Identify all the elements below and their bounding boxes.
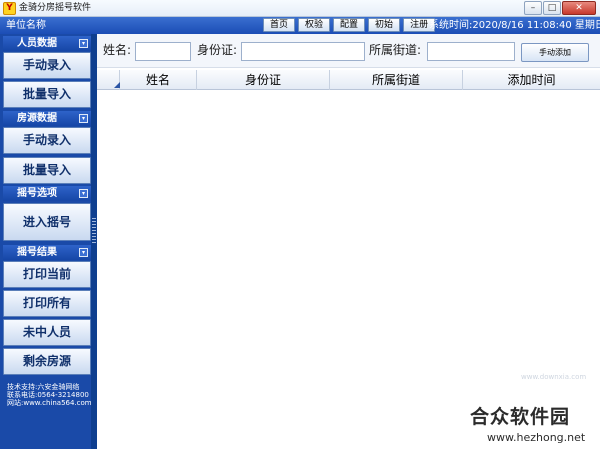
section-title: 人员数据 — [17, 38, 57, 49]
column-header-added-time[interactable]: 添加时间 — [463, 70, 600, 90]
remaining-housing-button[interactable]: 剩余房源 — [3, 348, 91, 375]
id-label: 身份证: — [197, 43, 238, 57]
support-line: 技术支持:六安金骑网络 — [7, 383, 80, 391]
maximize-button[interactable]: □ — [543, 1, 561, 15]
table-corner-icon — [114, 82, 120, 88]
street-input[interactable] — [427, 42, 515, 61]
unit-name: 单位名称 — [6, 20, 46, 31]
print-current-button[interactable]: 打印当前 — [3, 261, 91, 288]
watermark-logo: 合众软件园 — [470, 406, 571, 428]
phone-line: 联系电话:0564-3214800 — [7, 391, 89, 399]
section-title: 摇号结果 — [17, 247, 57, 258]
print-all-button[interactable]: 打印所有 — [3, 290, 91, 317]
entry-form: 姓名: 身份证: 所属街道: 手动添加 — [97, 34, 600, 68]
app-icon: Y — [3, 2, 16, 15]
column-header-name[interactable]: 姓名 — [120, 70, 197, 90]
top-nav: 首页 权验 配置 初始 注册 — [263, 18, 436, 32]
collapse-icon[interactable]: ▾ — [79, 248, 88, 257]
nav-init-button[interactable]: 初始 — [368, 18, 401, 32]
column-header-street[interactable]: 所属街道 — [330, 70, 463, 90]
section-title: 摇号选项 — [17, 188, 57, 199]
unselected-persons-button[interactable]: 未中人员 — [3, 319, 91, 346]
collapse-icon[interactable]: ▾ — [79, 39, 88, 48]
personnel-batch-import-button[interactable]: 批量导入 — [3, 81, 91, 108]
id-input[interactable] — [241, 42, 365, 61]
collapse-icon[interactable]: ▾ — [79, 189, 88, 198]
section-header-housing[interactable]: 房源数据 ▾ — [3, 111, 91, 126]
minimize-button[interactable]: – — [524, 1, 542, 15]
section-header-lottery-results[interactable]: 摇号结果 ▾ — [3, 245, 91, 260]
window-controls: – □ ✕ — [524, 1, 596, 15]
support-info: 技术支持:六安金骑网络 联系电话:0564-3214800 网站:www.chi… — [7, 383, 92, 407]
manual-add-button[interactable]: 手动添加 — [521, 43, 589, 62]
watermark-url: www.hezhong.net — [487, 431, 586, 444]
collapse-icon[interactable]: ▾ — [79, 114, 88, 123]
website-line: 网站:www.china564.com — [7, 399, 92, 407]
housing-batch-import-button[interactable]: 批量导入 — [3, 157, 91, 184]
splitter-grip-icon[interactable] — [92, 218, 96, 244]
section-header-personnel[interactable]: 人员数据 ▾ — [3, 36, 91, 51]
enter-lottery-button[interactable]: 进入摇号 — [3, 203, 91, 241]
nav-verify-button[interactable]: 权验 — [298, 18, 331, 32]
name-label: 姓名: — [103, 43, 132, 57]
section-header-lottery-options[interactable]: 摇号选项 ▾ — [3, 186, 91, 201]
column-header-id[interactable]: 身份证 — [197, 70, 330, 90]
nav-config-button[interactable]: 配置 — [333, 18, 366, 32]
street-label: 所属街道: — [369, 43, 422, 57]
header-bar: 单位名称 首页 权验 配置 初始 注册 系统时间:2020/8/16 11:08… — [0, 17, 600, 34]
table-header: 姓名 身份证 所属街道 添加时间 — [97, 70, 600, 90]
close-button[interactable]: ✕ — [562, 1, 596, 15]
window-titlebar: Y 金骑分房摇号软件 – □ ✕ — [0, 0, 600, 17]
watermark-small: www.downxia.com — [521, 373, 587, 381]
housing-manual-entry-button[interactable]: 手动录入 — [3, 127, 91, 154]
personnel-manual-entry-button[interactable]: 手动录入 — [3, 52, 91, 79]
window-title: 金骑分房摇号软件 — [19, 3, 92, 13]
name-input[interactable] — [135, 42, 191, 61]
system-time: 系统时间:2020/8/16 11:08:40 星期日 — [429, 20, 600, 31]
main-content — [97, 34, 600, 449]
section-title: 房源数据 — [17, 113, 57, 124]
nav-home-button[interactable]: 首页 — [263, 18, 296, 32]
